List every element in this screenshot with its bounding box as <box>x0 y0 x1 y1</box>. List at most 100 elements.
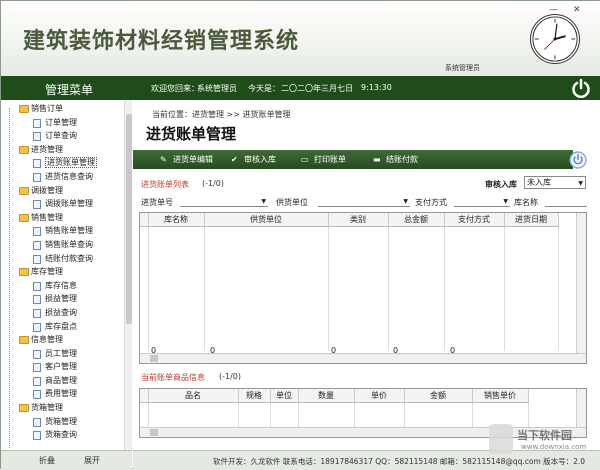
order-list-grid[interactable]: 库名称 供货单位 类别 总金额 支付方式 进货日期 0 0 0 0 0 <box>139 212 587 364</box>
sidebar-category[interactable]: 进货管理 <box>7 143 125 157</box>
menu-title: 管理菜单 <box>45 83 94 97</box>
collapse-button[interactable]: 折叠 <box>39 455 55 466</box>
sidebar-item[interactable]: 订单查询 <box>7 129 125 143</box>
sidebar-item[interactable]: 销售账单查询 <box>7 238 125 252</box>
close-button[interactable]: ✕ <box>573 5 581 15</box>
sidebar-category[interactable]: 信息管理 <box>7 333 125 347</box>
table-cell <box>444 226 505 351</box>
main-panel: 当前位置：进货管理 >> 进货账单管理 进货账单管理 ✎ 进货单编辑 ✔ 审核入库 … <box>133 100 600 450</box>
sidebar-category[interactable]: 销售订单 <box>7 102 125 116</box>
sidebar-item[interactable]: 库存盘点 <box>7 320 125 334</box>
sidebar-item-label: 进货信息查询 <box>45 171 93 181</box>
settle-button[interactable]: ▬ 结账付款 <box>373 154 418 165</box>
table-row[interactable] <box>140 226 559 351</box>
edit-order-button[interactable]: ✎ 进货单编辑 <box>160 154 213 165</box>
column-header[interactable]: 库名称 <box>148 213 205 227</box>
document-icon <box>33 390 41 400</box>
refresh-icon[interactable] <box>569 151 587 169</box>
column-header[interactable]: 类别 <box>328 213 389 227</box>
sidebar-bottom-bar: 折叠 展开 <box>1 450 132 470</box>
payment-select[interactable]: ▼ <box>454 197 510 207</box>
sidebar-item-label: 费用管理 <box>45 389 77 399</box>
column-header[interactable]: 金额 <box>404 389 473 403</box>
column-header[interactable]: 品名 <box>148 389 239 403</box>
sidebar-item[interactable]: 结账付款查询 <box>7 252 125 266</box>
detail-section-title: 当前账单商品信息 <box>141 373 205 382</box>
approve-button[interactable]: ✔ 审核入库 <box>231 154 276 165</box>
list-scroll-thumb[interactable] <box>150 355 158 362</box>
document-icon <box>33 254 41 264</box>
approve-filter-select[interactable]: 未入库 ▼ <box>524 176 586 189</box>
sidebar-category[interactable]: 销售管理 <box>7 211 125 225</box>
date-value: 二〇二〇年三月七日 <box>281 84 353 93</box>
column-header[interactable]: 单位 <box>270 389 299 403</box>
print-button[interactable]: ▭ 打印账单 <box>301 154 346 165</box>
table-cell <box>388 226 445 351</box>
expand-button[interactable]: 展开 <box>84 455 100 466</box>
power-icon[interactable] <box>570 78 592 98</box>
detail-scroll-thumb[interactable] <box>150 429 158 436</box>
column-header[interactable]: 数量 <box>298 389 355 403</box>
table-cell <box>148 226 205 351</box>
sidebar-category[interactable]: 库存管理 <box>7 265 125 279</box>
sidebar-item-label: 客户管理 <box>45 362 77 372</box>
list-header-row: 库名称 供货单位 类别 总金额 支付方式 进货日期 <box>140 213 559 227</box>
sidebar-item-label: 调拨管理 <box>31 185 63 195</box>
sidebar-item[interactable]: 客户管理 <box>7 360 125 374</box>
column-header[interactable]: 单价 <box>354 389 405 403</box>
sidebar-item[interactable]: 库存信息 <box>7 279 125 293</box>
table-row[interactable] <box>140 402 529 428</box>
sidebar-category[interactable]: 调拨管理 <box>7 184 125 198</box>
edit-icon: ✎ <box>160 155 167 164</box>
column-header[interactable]: 销售单价 <box>472 389 529 403</box>
sidebar-category[interactable]: 货箱管理 <box>7 401 125 415</box>
list-vertical-scrollbar[interactable] <box>576 213 586 363</box>
sidebar-item-label: 商品管理 <box>45 375 77 385</box>
list-horizontal-scrollbar[interactable] <box>140 353 586 363</box>
sidebar-item[interactable]: 损益查询 <box>7 306 125 320</box>
warehouse-input[interactable] <box>545 197 587 207</box>
order-no-label: 进货单号 <box>141 198 173 207</box>
column-header[interactable]: 总金额 <box>388 213 445 227</box>
folder-icon <box>19 213 29 222</box>
sidebar-item[interactable]: 进货账单管理 <box>7 156 125 170</box>
column-header[interactable]: 规格 <box>238 389 271 403</box>
supplier-select[interactable]: ▼ <box>318 197 410 207</box>
sidebar-item[interactable]: 损益管理 <box>7 292 125 306</box>
sidebar-item[interactable]: 商品管理 <box>7 374 125 388</box>
chevron-down-icon: ▼ <box>503 198 508 205</box>
sidebar-item[interactable]: 销售账单管理 <box>7 224 125 238</box>
edit-order-label: 进货单编辑 <box>173 155 213 164</box>
welcome-label: 欢迎您回来： <box>151 84 199 93</box>
sidebar-item-label: 库存信息 <box>45 280 77 290</box>
watermark: 当下软件园 www.downxia.com <box>489 421 597 461</box>
document-icon <box>33 227 41 237</box>
sidebar-item[interactable]: 订单管理 <box>7 116 125 130</box>
column-header[interactable]: 支付方式 <box>444 213 505 227</box>
clock-icon <box>530 14 580 64</box>
column-header[interactable]: 进货日期 <box>504 213 559 227</box>
warehouse-label: 库名称 <box>514 198 538 207</box>
table-cell <box>148 402 239 428</box>
column-header[interactable]: 供货单位 <box>204 213 329 227</box>
row-header-cell <box>140 213 149 227</box>
sidebar-item[interactable]: 货箱查询 <box>7 428 125 442</box>
sidebar-item-label: 订单查询 <box>45 131 77 141</box>
table-cell <box>404 402 473 428</box>
sidebar-item[interactable]: 费用管理 <box>7 387 125 401</box>
sidebar-item-label: 损益管理 <box>45 294 77 304</box>
table-cell <box>354 402 405 428</box>
sidebar-item-label: 损益查询 <box>45 307 77 317</box>
folder-icon <box>19 186 29 195</box>
sidebar-scrollbar[interactable] <box>124 100 132 450</box>
sidebar-item[interactable]: 进货信息查询 <box>7 170 125 184</box>
sidebar-item[interactable]: 员工管理 <box>7 347 125 361</box>
sidebar-item[interactable]: 调拨账单管理 <box>7 197 125 211</box>
sidebar-item-label: 库存管理 <box>31 267 63 277</box>
settle-icon: ▬ <box>373 155 381 164</box>
sidebar-item[interactable]: 货箱管理 <box>7 415 125 429</box>
document-icon <box>33 240 41 250</box>
sidebar-scrollbar-thumb[interactable] <box>126 114 132 324</box>
order-no-select[interactable]: ▼ <box>180 197 268 207</box>
table-cell <box>140 402 149 428</box>
